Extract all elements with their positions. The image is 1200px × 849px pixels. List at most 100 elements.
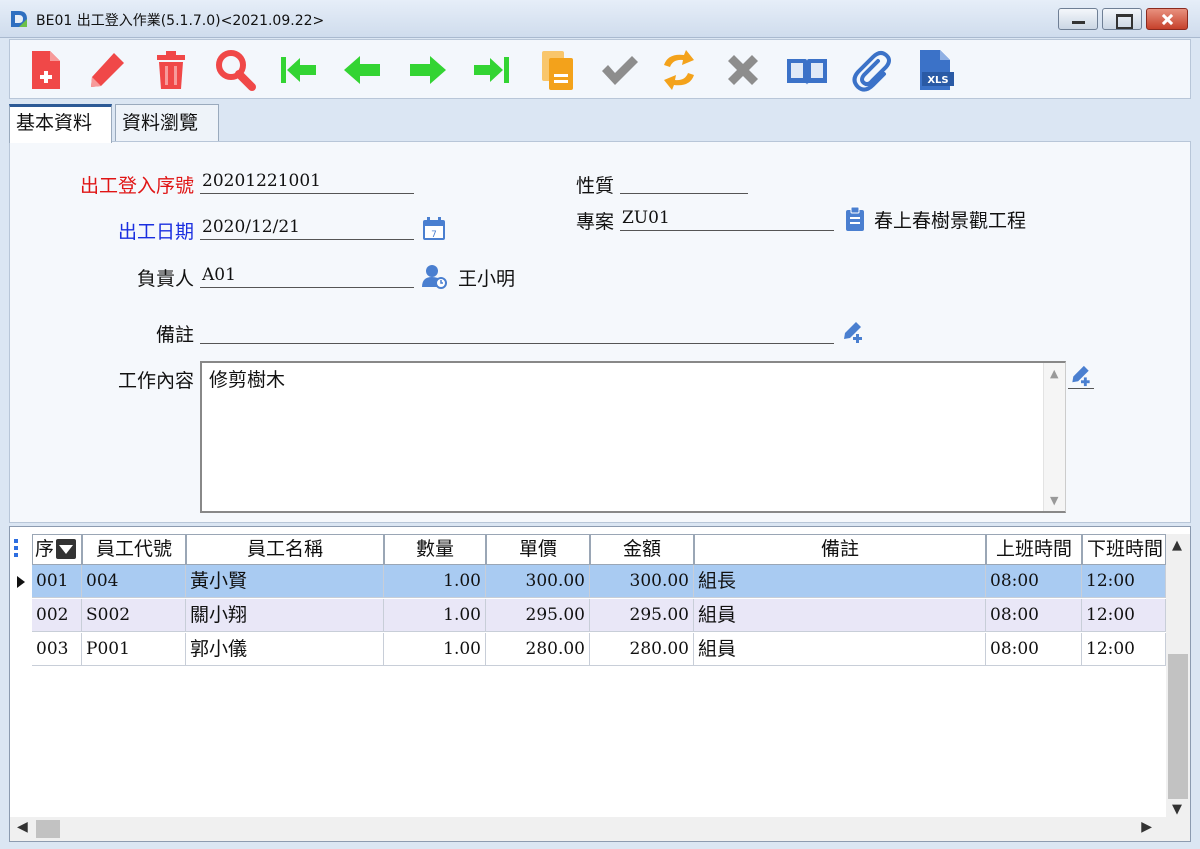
col-header-end[interactable]: 下班時間 (1082, 534, 1166, 565)
svg-text:XLS: XLS (927, 75, 948, 86)
cell-emp-name[interactable]: 郭小儀 (186, 633, 384, 666)
attach-button[interactable] (848, 47, 894, 93)
view-button[interactable] (784, 47, 830, 93)
cell-amount[interactable]: 295.00 (590, 599, 694, 632)
remark-field[interactable] (200, 318, 834, 344)
work-content-textarea[interactable]: 修剪樹木 ▲ ▼ (200, 361, 1066, 513)
grid-header: 序.. 員工代號 員工名稱 數量 單價 金額 備註 上班時間 下班時間 (10, 534, 1166, 565)
work-content-text: 修剪樹木 (209, 369, 286, 391)
cell-seq[interactable]: 002 (32, 599, 82, 632)
cell-remark[interactable]: 組員 (694, 633, 986, 666)
col-header-emp-name[interactable]: 員工名稱 (186, 534, 384, 565)
toolbar: XLS (9, 39, 1191, 99)
scroll-left-icon[interactable]: ◀ (17, 819, 28, 835)
cell-price[interactable]: 280.00 (486, 633, 590, 666)
confirm-button[interactable] (596, 47, 642, 93)
date-label: 出工日期 (117, 221, 194, 243)
cell-amount[interactable]: 280.00 (590, 633, 694, 666)
col-header-price[interactable]: 單價 (486, 534, 590, 565)
row-pointer-icon (17, 576, 25, 588)
cell-emp-id[interactable]: 004 (82, 565, 186, 598)
col-header-emp-id[interactable]: 員工代號 (82, 534, 186, 565)
cell-price[interactable]: 300.00 (486, 565, 590, 598)
remark-label: 備註 (155, 324, 194, 346)
cell-amount[interactable]: 300.00 (590, 565, 694, 598)
table-row[interactable]: 001 004 黃小賢 1.00 300.00 300.00 組長 08:00 … (10, 565, 1166, 599)
cell-emp-id[interactable]: P001 (82, 633, 186, 666)
cell-emp-id[interactable]: S002 (82, 599, 186, 632)
cell-emp-name[interactable]: 黃小賢 (186, 565, 384, 598)
search-button[interactable] (212, 47, 258, 93)
serial-field[interactable]: 20201221001 (200, 168, 414, 194)
trash-icon (157, 51, 185, 89)
first-record-icon (281, 57, 316, 83)
scroll-thumb[interactable] (36, 820, 60, 838)
cell-seq[interactable]: 001 (32, 565, 82, 598)
sort-down-icon[interactable] (56, 539, 76, 559)
work-content-scrollbar[interactable]: ▲ ▼ (1043, 363, 1065, 511)
close-button[interactable] (1146, 8, 1188, 30)
excel-export-button[interactable]: XLS (912, 47, 958, 93)
tab-data-browse[interactable]: 資料瀏覽 (115, 104, 219, 142)
nature-field[interactable] (620, 168, 748, 194)
col-header-qty[interactable]: 數量 (384, 534, 486, 565)
employee-grid[interactable]: 序.. 員工代號 員工名稱 數量 單價 金額 備註 上班時間 下班時間 001 … (9, 526, 1191, 842)
cell-qty[interactable]: 1.00 (384, 633, 486, 666)
calendar-icon[interactable]: 7 (421, 216, 447, 242)
project-field[interactable]: ZU01 (620, 205, 834, 231)
copy-button[interactable] (534, 47, 580, 93)
refresh-button[interactable] (656, 47, 702, 93)
scroll-up-icon[interactable]: ▲ (1050, 367, 1058, 380)
scroll-down-icon[interactable]: ▼ (1050, 494, 1058, 507)
scroll-right-icon[interactable]: ▶ (1141, 819, 1152, 835)
scroll-down-icon[interactable]: ▼ (1172, 802, 1182, 817)
cell-start[interactable]: 08:00 (986, 633, 1082, 666)
previous-record-button[interactable] (340, 47, 386, 93)
cell-seq[interactable]: 003 (32, 633, 82, 666)
cell-remark[interactable]: 組員 (694, 599, 986, 632)
delete-button[interactable] (148, 47, 194, 93)
scroll-up-icon[interactable]: ▲ (1172, 538, 1182, 553)
edit-work-content-icon[interactable] (1068, 363, 1094, 389)
cell-qty[interactable]: 1.00 (384, 599, 486, 632)
table-row[interactable]: 002 S002 關小翔 1.00 295.00 295.00 組員 08:00… (10, 599, 1166, 633)
last-record-icon (474, 57, 509, 83)
cell-remark[interactable]: 組長 (694, 565, 986, 598)
col-header-start[interactable]: 上班時間 (986, 534, 1082, 565)
grid-vertical-scrollbar[interactable]: ▲ ▼ (1166, 534, 1190, 817)
window-title: BE01 出工登入作業(5.1.7.0)<2021.09.22> (36, 13, 325, 29)
owner-field[interactable]: A01 (200, 262, 414, 288)
table-row[interactable]: 003 P001 郭小儀 1.00 280.00 280.00 組員 08:00… (10, 633, 1166, 667)
owner-name: 王小明 (458, 268, 516, 290)
maximize-button[interactable] (1102, 8, 1142, 30)
cell-end[interactable]: 12:00 (1082, 633, 1166, 666)
cell-start[interactable]: 08:00 (986, 599, 1082, 632)
scroll-thumb[interactable] (1168, 654, 1188, 799)
cell-qty[interactable]: 1.00 (384, 565, 486, 598)
title-bar: BE01 出工登入作業(5.1.7.0)<2021.09.22> (0, 0, 1200, 38)
previous-record-icon (344, 56, 380, 84)
first-record-button[interactable] (276, 47, 322, 93)
last-record-button[interactable] (468, 47, 514, 93)
cell-price[interactable]: 295.00 (486, 599, 590, 632)
new-document-icon (32, 51, 60, 89)
col-header-remark[interactable]: 備註 (694, 534, 986, 565)
next-record-button[interactable] (404, 47, 450, 93)
date-field[interactable]: 2020/12/21 (200, 214, 414, 240)
edit-button[interactable] (84, 47, 130, 93)
paperclip-icon (852, 50, 891, 92)
tab-basic-info[interactable]: 基本資料 (9, 104, 112, 143)
minimize-button[interactable] (1058, 8, 1098, 30)
user-lookup-icon[interactable] (421, 263, 447, 289)
cell-end[interactable]: 12:00 (1082, 565, 1166, 598)
clipboard-icon[interactable] (842, 206, 868, 232)
edit-text-icon[interactable] (840, 319, 866, 345)
cancel-button[interactable] (720, 47, 766, 93)
cell-emp-name[interactable]: 關小翔 (186, 599, 384, 632)
cancel-icon (728, 55, 758, 85)
cell-end[interactable]: 12:00 (1082, 599, 1166, 632)
grid-horizontal-scrollbar[interactable]: ◀ ▶ (10, 817, 1190, 841)
new-button[interactable] (22, 47, 68, 93)
col-header-amount[interactable]: 金額 (590, 534, 694, 565)
cell-start[interactable]: 08:00 (986, 565, 1082, 598)
